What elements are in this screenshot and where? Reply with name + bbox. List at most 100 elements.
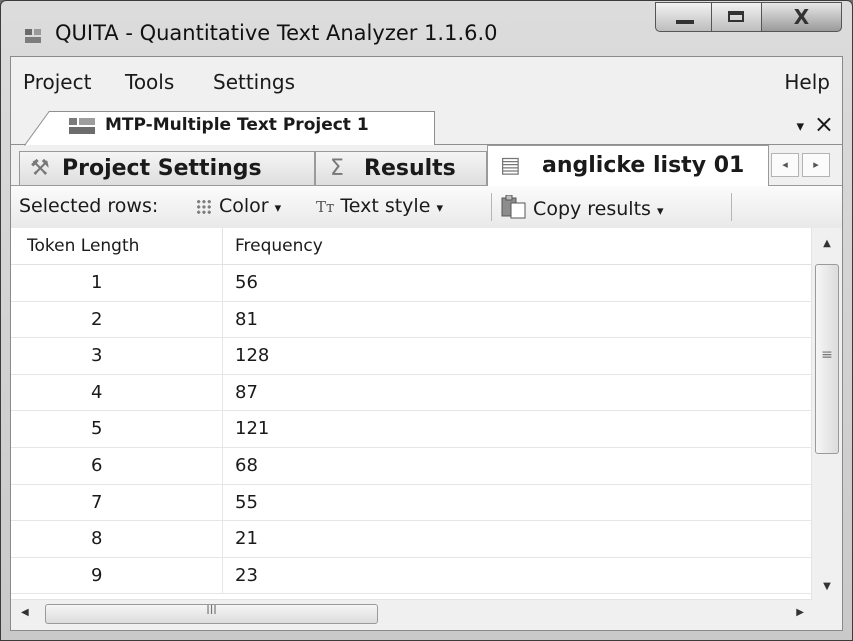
token-length-cell: 3 [11, 338, 223, 374]
results-toolbar: Selected rows: Color ▾ Tт Text style ▾ C… [11, 185, 842, 229]
grid-header: Token Length Frequency [11, 228, 812, 265]
menu-help[interactable]: Help [784, 70, 830, 94]
table-row[interactable]: 3 128 [11, 338, 812, 375]
table-row[interactable]: 1 56 [11, 265, 812, 302]
maximize-button[interactable] [712, 2, 762, 32]
chevron-down-icon: ▾ [274, 201, 282, 216]
table-row[interactable]: 5 121 [11, 411, 812, 448]
menu-settings[interactable]: Settings [213, 70, 295, 94]
table-icon: ▤ [500, 153, 521, 178]
menu-bar: Project Tools Settings Help [11, 57, 842, 107]
scroll-down-icon[interactable]: ▼ [812, 581, 842, 592]
tab-anglicke-listy-label: anglicke listy 01 [542, 153, 745, 178]
minimize-button[interactable] [655, 2, 712, 32]
scroll-left-icon[interactable]: ◀ [21, 607, 29, 618]
token-length-value: 8 [91, 528, 103, 550]
token-length-value: 3 [91, 345, 103, 367]
token-length-value: 5 [91, 418, 103, 440]
chevron-down-icon: ▾ [436, 201, 443, 216]
frequency-value: 21 [235, 528, 258, 550]
client-area: Project Tools Settings Help MTP-Multiple… [10, 56, 843, 631]
grip-icon: III [206, 603, 217, 617]
frequency-value: 121 [235, 418, 270, 440]
token-length-cell: 2 [11, 301, 223, 338]
title-bar[interactable]: QUITA - Quantitative Text Analyzer 1.1.6… [1, 1, 852, 53]
table-row[interactable]: 4 87 [11, 374, 812, 412]
tab-results[interactable]: Σ Results [315, 151, 487, 185]
token-length-value: 4 [91, 381, 103, 403]
app-window: QUITA - Quantitative Text Analyzer 1.1.6… [0, 0, 853, 641]
token-length-cell: 5 [11, 411, 223, 447]
token-length-cell: 6 [11, 447, 223, 484]
token-length-cell: 8 [11, 521, 223, 557]
color-grid-icon [196, 199, 212, 215]
token-length-cell: 7 [11, 484, 223, 521]
close-icon: X [793, 5, 810, 29]
token-length-cell: 1 [11, 265, 223, 301]
column-header-token-length[interactable]: Token Length [11, 228, 223, 264]
vertical-scrollbar[interactable]: ▲ ≡ ▼ [811, 228, 842, 600]
horizontal-scroll-thumb[interactable]: III [45, 603, 378, 624]
table-row[interactable]: 8 21 [11, 521, 812, 558]
tab-scroll-left-icon[interactable]: ◂ [771, 153, 799, 177]
color-dropdown[interactable]: Color ▾ [219, 195, 281, 217]
results-grid: Token Length Frequency 1 56 2 81 3 128 4 87 5 121… [11, 228, 842, 630]
tab-edge [24, 110, 50, 146]
copy-results-label: Copy results [533, 198, 651, 220]
toolbar-separator [491, 193, 492, 221]
table-row[interactable]: 2 81 [11, 301, 812, 339]
menu-tools[interactable]: Tools [125, 70, 174, 94]
document-tab-strip: MTP-Multiple Text Project 1 ▾ × [11, 107, 842, 146]
frequency-value: 55 [235, 491, 258, 513]
tab-scroll-right-icon[interactable]: ▸ [802, 153, 830, 177]
tab-project-settings[interactable]: ⚒ Project Settings [19, 151, 315, 185]
token-length-cell: 4 [11, 374, 223, 411]
minimize-icon [676, 20, 694, 24]
menu-project[interactable]: Project [23, 70, 91, 94]
tab-anglicke-listy[interactable]: ▤ anglicke listy 01 [487, 145, 769, 186]
token-length-value: 6 [91, 454, 103, 476]
table-row[interactable]: 6 68 [11, 447, 812, 485]
color-label: Color [219, 195, 269, 217]
text-style-label: Text style [340, 195, 431, 217]
frequency-value: 81 [235, 308, 258, 330]
window-title: QUITA - Quantitative Text Analyzer 1.1.6… [55, 21, 498, 45]
token-length-cell: 9 [11, 557, 223, 594]
horizontal-scrollbar[interactable]: ◀ III ▶ [11, 599, 812, 630]
scroll-up-icon[interactable]: ▲ [812, 238, 842, 249]
project-icon [69, 118, 95, 134]
token-length-value: 7 [91, 491, 103, 513]
vertical-scroll-thumb[interactable]: ≡ [815, 264, 839, 454]
tab-project-settings-label: Project Settings [62, 156, 262, 181]
selected-rows-label: Selected rows: [19, 195, 159, 217]
frequency-value: 23 [235, 564, 258, 586]
scrollbar-corner [812, 600, 842, 630]
close-button[interactable]: X [762, 2, 842, 32]
chevron-down-icon: ▾ [656, 204, 664, 219]
frequency-value: 56 [235, 272, 258, 293]
scroll-right-icon[interactable]: ▶ [796, 607, 804, 618]
token-length-value: 1 [91, 272, 103, 293]
grip-icon: ≡ [821, 347, 833, 363]
column-header-frequency[interactable]: Frequency [223, 228, 812, 264]
table-row[interactable]: 9 23 [11, 557, 812, 595]
table-row[interactable]: 7 55 [11, 484, 812, 522]
token-length-value: 2 [91, 308, 103, 330]
close-document-icon[interactable]: × [814, 110, 834, 138]
grid-rows: 1 56 2 81 3 128 4 87 5 121 6 68 7 55 8 21 9 23 [11, 265, 812, 595]
text-style-icon: Tт [316, 198, 335, 216]
text-style-dropdown[interactable]: Tт Text style ▾ [316, 195, 443, 217]
maximize-icon [728, 11, 744, 22]
copy-results-dropdown[interactable]: Copy results ▾ [501, 194, 664, 220]
app-icon [25, 29, 41, 43]
token-length-value: 9 [91, 564, 103, 586]
tab-results-label: Results [364, 156, 456, 181]
tab-list-dropdown-icon[interactable]: ▾ [796, 117, 804, 135]
view-tab-strip: ⚒ Project Settings Σ Results ▤ anglicke … [11, 145, 842, 186]
wrench-icon: ⚒ [30, 156, 50, 181]
copy-icon [501, 194, 526, 219]
frequency-value: 87 [235, 381, 258, 403]
frequency-value: 128 [235, 345, 270, 367]
toolbar-separator [731, 193, 732, 221]
frequency-value: 68 [235, 454, 258, 476]
